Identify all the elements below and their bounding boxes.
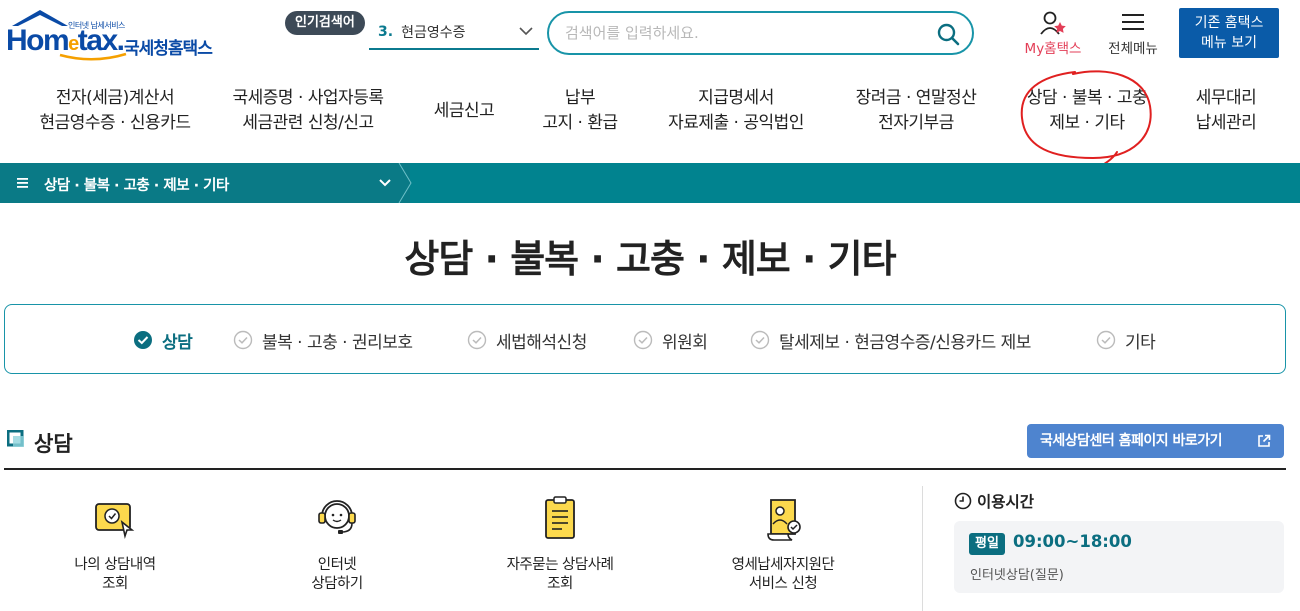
gnb-item-e-invoice[interactable]: 전자(세금)계산서 현금영수증 · 신용카드 (25, 86, 205, 136)
service-internet-consultation[interactable]: 인터넷 상담하기 (247, 494, 427, 594)
user-star-icon (1040, 11, 1066, 35)
breadcrumb-label: 상담 · 불복 · 고충 · 제보 · 기타 (44, 178, 229, 194)
global-navigation: 전자(세금)계산서 현금영수증 · 신용카드 국세증명 · 사업자등록 세금관련 신… (0, 86, 1300, 148)
tab-committee[interactable]: 위원회 (633, 328, 708, 353)
check-circle-icon (467, 330, 487, 350)
breadcrumb: 상담 · 불복 · 고충 · 제보 · 기타 (0, 163, 1300, 203)
popular-rank: 3. (378, 24, 394, 40)
tab-consultation[interactable]: 상담 (133, 328, 193, 353)
my-hometax-label: My홈택스 (1024, 41, 1082, 57)
sub-tab-bar: 상담 불복 · 고충 · 권리보호 세법해석신청 위원회 탈세제보 · 현금영수… (4, 304, 1286, 374)
tab-etc[interactable]: 기타 (1096, 328, 1156, 353)
section-title: 상담 (34, 432, 73, 456)
check-circle-icon (750, 330, 770, 350)
consultation-center-link-button[interactable]: 국세상담센터 홈페이지 바로가기 (1027, 424, 1284, 458)
service-small-taxpayer-support[interactable]: 영세납세자지원단 서비스 신청 (693, 494, 873, 594)
search-box (547, 11, 974, 55)
clock-icon (954, 492, 972, 510)
weekday-badge: 평일 (969, 533, 1005, 555)
search-icon[interactable] (936, 22, 960, 46)
hours-note: 인터넷상담(질문) (970, 568, 1064, 583)
hours-box: 평일 09:00~18:00 인터넷상담(질문) (954, 521, 1284, 593)
popular-search-badge: 인기검색어 (285, 11, 365, 35)
check-circle-filled-icon (134, 331, 152, 349)
section-square-icon (7, 430, 24, 447)
breadcrumb-separator (398, 163, 412, 203)
check-circle-icon (1096, 330, 1116, 350)
gnb-item-certificate-registration[interactable]: 국세증명 · 사업자등록 세금관련 신청/신고 (218, 86, 398, 136)
support-scroll-icon (767, 499, 801, 541)
site-header: 인터넷 납세서비스 Hometax. 국세청홈택스 인기검색어 3. 현금영수증… (0, 0, 1300, 72)
hometax-logo[interactable]: 인터넷 납세서비스 Hometax. 국세청홈택스 (6, 8, 221, 61)
hamburger-icon (1122, 14, 1144, 30)
service-faq-cases[interactable]: 자주묻는 상담사례 조회 (470, 494, 650, 594)
tab-tax-evasion-report[interactable]: 탈세제보 · 현금영수증/신용카드 제보 (750, 328, 1031, 353)
chevron-down-icon (379, 179, 391, 187)
section-divider (922, 486, 923, 611)
gnb-item-withholding-statements[interactable]: 지급명세서 자료제출 · 공익법인 (650, 86, 822, 136)
breadcrumb-current-menu[interactable]: 상담 · 불복 · 고충 · 제보 · 기타 (0, 163, 410, 203)
faq-document-icon (545, 496, 575, 539)
tab-appeal-grievance[interactable]: 불복 · 고충 · 권리보호 (233, 328, 413, 353)
hours-title: 이용시간 (977, 493, 1035, 511)
menu-list-icon (17, 178, 28, 188)
popular-term: 현금영수증 (401, 25, 466, 41)
gnb-item-tax-filing[interactable]: 세금신고 (418, 80, 510, 142)
my-hometax-button[interactable]: My홈택스 (1017, 10, 1089, 60)
service-hours-panel: 이용시간 평일 09:00~18:00 인터넷상담(질문) (954, 490, 1284, 593)
check-circle-icon (233, 330, 253, 350)
gnb-item-incentive-year-end[interactable]: 장려금 · 연말정산 전자기부금 (838, 86, 994, 136)
hours-time: 09:00~18:00 (1013, 532, 1132, 551)
gnb-item-consultation-appeal[interactable]: 상담 · 불복 · 고충 제보 · 기타 (1012, 86, 1162, 136)
service-my-consultation-history[interactable]: 나의 상담내역 조회 (25, 494, 205, 594)
all-menu-label: 전체메뉴 (1108, 41, 1158, 57)
all-menu-button[interactable]: 전체메뉴 (1100, 10, 1166, 60)
consultation-history-icon (95, 503, 135, 540)
popular-search-select[interactable]: 3. 현금영수증 (369, 16, 539, 50)
tab-tax-interpretation[interactable]: 세법해석신청 (467, 328, 587, 353)
section-header: 상담 국세상담센터 홈페이지 바로가기 (4, 424, 1286, 470)
old-hometax-menu-button[interactable]: 기존 홈택스 메뉴 보기 (1179, 8, 1279, 58)
logo-korean-name: 국세청홈택스 (124, 39, 213, 59)
check-circle-icon (633, 330, 653, 350)
page-title: 상담 · 불복 · 고충 · 제보 · 기타 (404, 237, 896, 281)
gnb-item-tax-agent[interactable]: 세무대리 납세관리 (1180, 86, 1272, 136)
search-input[interactable] (565, 22, 925, 44)
external-link-icon (1258, 434, 1271, 447)
headset-agent-icon (318, 500, 356, 534)
logo-swoosh-icon (59, 52, 127, 61)
chevron-down-icon (519, 27, 533, 36)
gnb-item-payment[interactable]: 납부 고지 · 환급 (530, 86, 630, 136)
